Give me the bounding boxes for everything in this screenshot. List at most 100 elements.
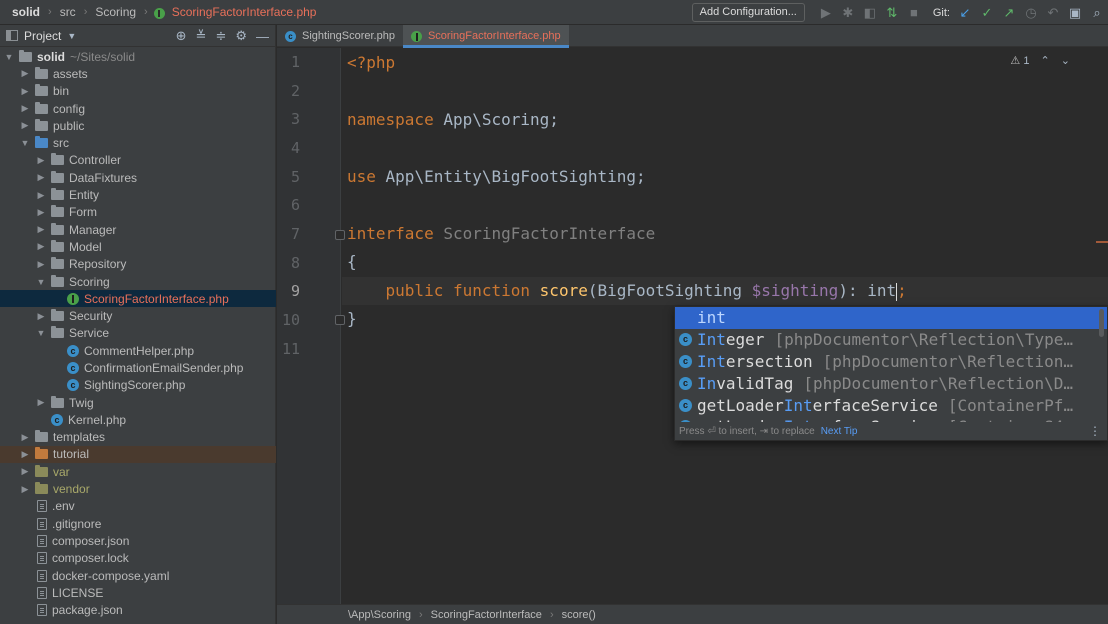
tree-item[interactable]: c CommentHelper.php (0, 342, 276, 359)
next-tip-link[interactable]: Next Tip (821, 426, 858, 437)
breadcrumb-namespace[interactable]: \App\Scoring (348, 609, 411, 621)
gear-icon[interactable]: ⚙ (235, 28, 247, 44)
tree-item[interactable]: ▶ public (0, 117, 276, 134)
chevron-right-icon[interactable]: ▶ (36, 259, 46, 270)
tree-item[interactable]: package.json (0, 602, 276, 619)
debug-icon[interactable]: ✱ (837, 0, 859, 25)
git-push-icon[interactable]: ↗ (998, 0, 1020, 25)
breadcrumb-method[interactable]: score() (562, 609, 596, 621)
chevron-right-icon[interactable]: ▶ (20, 86, 30, 97)
chevron-down-icon[interactable]: ▼ (4, 52, 14, 62)
tree-item[interactable]: .gitignore (0, 515, 276, 532)
hide-icon[interactable]: — (256, 29, 269, 44)
collapse-all-icon[interactable]: ≑ (215, 28, 226, 44)
run-icon[interactable]: ▶ (815, 0, 837, 25)
chevron-down-icon[interactable]: ▼ (36, 277, 46, 287)
chevron-right-icon[interactable]: ▶ (36, 397, 46, 408)
profiler-icon[interactable]: ⇅ (881, 0, 903, 25)
completion-item-selected[interactable]: int (675, 307, 1107, 329)
chevron-right-icon[interactable]: ▶ (20, 484, 30, 495)
completion-item[interactable]: c Int ersection [phpDocumentor\Reflection… (675, 351, 1107, 373)
chevron-right-icon[interactable]: ▶ (36, 172, 46, 183)
tree-item[interactable]: ▶ templates (0, 429, 276, 446)
completion-scrollbar[interactable] (1099, 309, 1104, 337)
chevron-down-icon[interactable]: ▼ (36, 328, 46, 338)
chevron-down-icon[interactable]: ▼ (20, 138, 30, 148)
tree-item[interactable]: ▶ Form (0, 204, 276, 221)
git-rollback-icon[interactable]: ↶ (1042, 0, 1064, 25)
tree-item[interactable]: ▼ src (0, 134, 276, 151)
line-number: 5 (290, 168, 300, 186)
line-number: 11 (281, 340, 300, 358)
tab-scoring-factor-interface[interactable]: ScoringFactorInterface.php (402, 25, 569, 48)
chevron-right-icon[interactable]: ▶ (36, 190, 46, 201)
keyword: function (443, 281, 531, 300)
project-panel-title[interactable]: Project (24, 29, 61, 43)
chevron-down-icon[interactable]: ⌄ (1061, 55, 1070, 67)
chevron-right-icon[interactable]: ▶ (36, 207, 46, 218)
tree-item[interactable]: composer.json (0, 532, 276, 549)
fold-marker-icon[interactable] (335, 315, 345, 325)
tree-item[interactable]: docker-compose.yaml (0, 567, 276, 584)
tree-item[interactable]: ▶ Security (0, 307, 276, 324)
chevron-right-icon[interactable]: ▶ (20, 432, 30, 443)
tree-item[interactable]: ▶ Repository (0, 256, 276, 273)
tree-item[interactable]: composer.lock (0, 550, 276, 567)
breadcrumb-file[interactable]: ScoringFactorInterface.php (170, 5, 319, 19)
tree-item[interactable]: c ConfirmationEmailSender.php (0, 359, 276, 376)
tree-item[interactable]: c SightingScorer.php (0, 377, 276, 394)
tree-item[interactable]: .env (0, 498, 276, 515)
inspection-widget[interactable]: ⚠ 1 ⌃ ⌄ (1010, 54, 1070, 67)
tree-item[interactable]: ▶ tutorial (0, 445, 276, 464)
tree-item[interactable]: ▶ Manager (0, 221, 276, 238)
chevron-right-icon[interactable]: ▶ (20, 103, 30, 114)
chevron-down-icon[interactable]: ▼ (67, 31, 76, 41)
chevron-right-icon[interactable]: ▶ (20, 120, 30, 131)
tab-sighting-scorer[interactable]: c SightingScorer.php (277, 25, 403, 47)
tree-item[interactable]: ▶ var (0, 463, 276, 480)
git-update-icon[interactable]: ↙ (954, 0, 976, 25)
chevron-right-icon[interactable]: ▶ (36, 241, 46, 252)
tree-item[interactable]: ▶ Entity (0, 186, 276, 203)
chevron-up-icon[interactable]: ⌃ (1041, 55, 1050, 67)
git-history-icon[interactable]: ◷ (1020, 0, 1042, 25)
tree-item[interactable]: ▶ Model (0, 238, 276, 255)
locate-icon[interactable]: ⊕ (176, 28, 187, 44)
tree-item[interactable]: LICENSE (0, 584, 276, 601)
chevron-right-icon[interactable]: ▶ (20, 466, 30, 477)
chevron-right-icon[interactable]: ▶ (36, 224, 46, 235)
completion-item[interactable]: c Int eger [phpDocumentor\Reflection\Type… (675, 329, 1107, 351)
git-commit-icon[interactable]: ✓ (976, 0, 998, 25)
chevron-right-icon[interactable]: ▶ (20, 449, 30, 460)
add-configuration-button[interactable]: Add Configuration... (691, 3, 805, 22)
error-stripe-mark[interactable] (1096, 241, 1108, 243)
tree-item[interactable]: ▼ Service (0, 325, 276, 342)
completion-item[interactable]: c In validTag [phpDocumentor\Reflection\D… (675, 372, 1107, 394)
search-icon[interactable]: ⌕ (1086, 0, 1108, 25)
chevron-right-icon[interactable]: ▶ (36, 155, 46, 166)
breadcrumb-src[interactable]: src (58, 5, 78, 19)
stop-icon[interactable]: ■ (903, 0, 925, 25)
chevron-right-icon[interactable]: ▶ (36, 311, 46, 322)
tree-item-selected[interactable]: ScoringFactorInterface.php (0, 290, 276, 308)
tree-item[interactable]: c Kernel.php (0, 411, 276, 428)
expand-all-icon[interactable]: ≚ (196, 28, 207, 44)
breadcrumb-project[interactable]: solid (10, 5, 42, 19)
window-icon[interactable]: ▣ (1064, 0, 1086, 25)
breadcrumb-scoring[interactable]: Scoring (93, 5, 138, 19)
coverage-icon[interactable]: ◧ (859, 0, 881, 25)
tree-item[interactable]: ▶ bin (0, 83, 276, 100)
tree-item-root[interactable]: ▼ solid ~/Sites/solid (0, 48, 276, 65)
chevron-right-icon[interactable]: ▶ (20, 68, 30, 79)
more-options-icon[interactable]: ⋮ (1089, 424, 1101, 438)
tree-item[interactable]: ▶ DataFixtures (0, 169, 276, 186)
breadcrumb-interface[interactable]: ScoringFactorInterface (431, 609, 542, 621)
tree-item[interactable]: ▶ assets (0, 65, 276, 82)
completion-item[interactable]: c getLoader Int erfaceService [ContainerPf… (675, 394, 1107, 416)
tree-item[interactable]: ▶ vendor (0, 480, 276, 497)
tree-item[interactable]: ▶ config (0, 100, 276, 117)
tree-item[interactable]: ▶ Controller (0, 152, 276, 169)
tree-item[interactable]: ▼ Scoring (0, 273, 276, 290)
tree-item[interactable]: ▶ Twig (0, 394, 276, 411)
fold-marker-icon[interactable] (335, 230, 345, 240)
